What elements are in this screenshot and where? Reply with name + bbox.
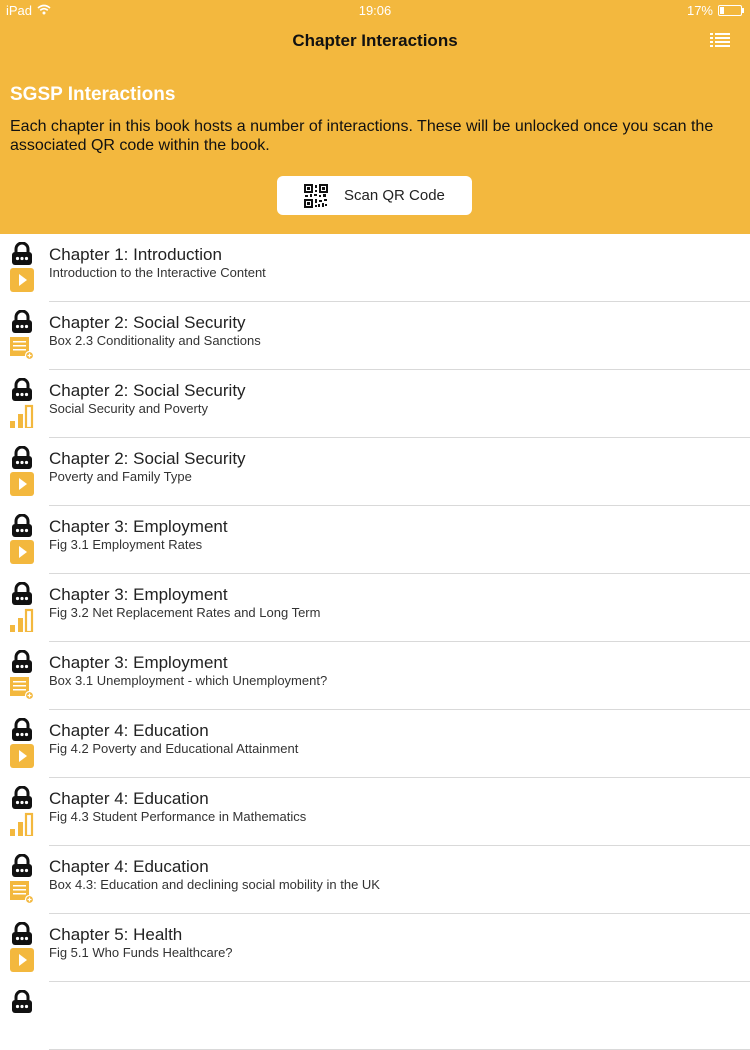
item-subtitle: Fig 3.1 Employment Rates: [49, 537, 203, 552]
status-bar: iPad 19:06 17%: [0, 0, 750, 20]
item-title: Chapter 2: Social Security: [49, 449, 246, 468]
lock-icon: [11, 445, 33, 475]
lock-icon: [11, 853, 33, 883]
item-subtitle: Box 2.3 Conditionality and Sanctions: [49, 333, 261, 348]
bar-chart-icon: [10, 404, 34, 433]
page-title: Chapter Interactions: [292, 31, 458, 50]
list-item[interactable]: Chapter 3: Employment Fig 3.2 Net Replace…: [0, 574, 750, 642]
qr-code-icon: [304, 184, 328, 213]
scan-qr-label: Scan QR Code: [344, 187, 445, 204]
item-title: Chapter 3: Employment: [49, 517, 228, 536]
lock-icon: [11, 921, 33, 951]
item-subtitle: Fig 5.1 Who Funds Healthcare?: [49, 945, 233, 960]
item-title: Chapter 5: Health: [49, 925, 183, 944]
status-right: 17%: [686, 3, 744, 18]
nav-bar: Chapter Interactions: [0, 20, 750, 64]
item-title: Chapter 2: Social Security: [49, 381, 246, 400]
item-subtitle: Fig 4.2 Poverty and Educational Attainme…: [49, 741, 299, 756]
item-title: Chapter 4: Education: [49, 789, 209, 808]
battery-icon: [718, 5, 744, 16]
lock-icon: [11, 309, 33, 339]
lock-icon: [11, 241, 33, 271]
item-title: Chapter 4: Education: [49, 857, 209, 876]
status-time: 19:06: [358, 3, 392, 18]
list-icon[interactable]: [710, 32, 730, 48]
play-video-icon: [10, 744, 34, 773]
lock-icon: [11, 377, 33, 407]
list-item[interactable]: Chapter 4: Education Fig 4.3 Student Perf…: [0, 778, 750, 846]
list-item[interactable]: Chapter 1: Introduction Introduction to t…: [0, 234, 750, 302]
list-item[interactable]: Chapter 4: Education Box 4.3: Education a…: [0, 846, 750, 914]
item-title: Chapter 2: Social Security: [49, 313, 246, 332]
list-item[interactable]: Chapter 2: Social Security Poverty and Fa…: [0, 438, 750, 506]
item-subtitle: Fig 3.2 Net Replacement Rates and Long T…: [49, 605, 321, 620]
list-item[interactable]: [0, 982, 750, 1050]
item-subtitle: Poverty and Family Type: [49, 469, 192, 484]
lock-icon: [11, 785, 33, 815]
item-title: Chapter 4: Education: [49, 721, 209, 740]
interaction-list: Chapter 1: Introduction Introduction to t…: [0, 234, 750, 1050]
bar-chart-icon: [10, 608, 34, 637]
lock-icon: [11, 649, 33, 679]
play-video-icon: [10, 268, 34, 297]
list-item[interactable]: Chapter 5: Health Fig 5.1 Who Funds Healt…: [0, 914, 750, 982]
header-description: Each chapter in this book hosts a number…: [10, 118, 714, 154]
item-title: Chapter 3: Employment: [49, 585, 228, 604]
header-title: SGSP Interactions: [10, 84, 176, 105]
item-subtitle: Box 3.1 Unemployment - which Unemploymen…: [49, 673, 328, 688]
lock-icon: [11, 717, 33, 747]
list-item[interactable]: Chapter 3: Employment Fig 3.1 Employment …: [0, 506, 750, 574]
item-subtitle: Fig 4.3 Student Performance in Mathemati…: [49, 809, 307, 824]
info-header: SGSP Interactions Each chapter in this b…: [0, 64, 750, 234]
scan-qr-button[interactable]: Scan QR Code: [277, 176, 472, 215]
item-title: Chapter 1: Introduction: [49, 245, 222, 264]
lock-icon: [11, 513, 33, 543]
lock-icon: [11, 581, 33, 611]
list-item[interactable]: Chapter 2: Social Security Social Securit…: [0, 370, 750, 438]
list-item[interactable]: Chapter 2: Social Security Box 2.3 Condit…: [0, 302, 750, 370]
item-subtitle: Box 4.3: Education and declining social …: [49, 877, 380, 892]
list-item[interactable]: Chapter 3: Employment Box 3.1 Unemploymen…: [0, 642, 750, 710]
text-document-icon: [10, 676, 35, 705]
lock-icon: [11, 989, 33, 1019]
list-item[interactable]: Chapter 4: Education Fig 4.2 Poverty and …: [0, 710, 750, 778]
bar-chart-icon: [10, 812, 34, 841]
text-document-icon: [10, 336, 35, 365]
item-subtitle: Introduction to the Interactive Content: [49, 265, 266, 280]
play-video-icon: [10, 540, 34, 569]
item-subtitle: Social Security and Poverty: [49, 401, 208, 416]
battery-percent: 17%: [686, 3, 713, 18]
play-video-icon: [10, 472, 34, 501]
item-title: Chapter 3: Employment: [49, 653, 228, 672]
text-document-icon: [10, 880, 35, 909]
play-video-icon: [10, 948, 34, 977]
